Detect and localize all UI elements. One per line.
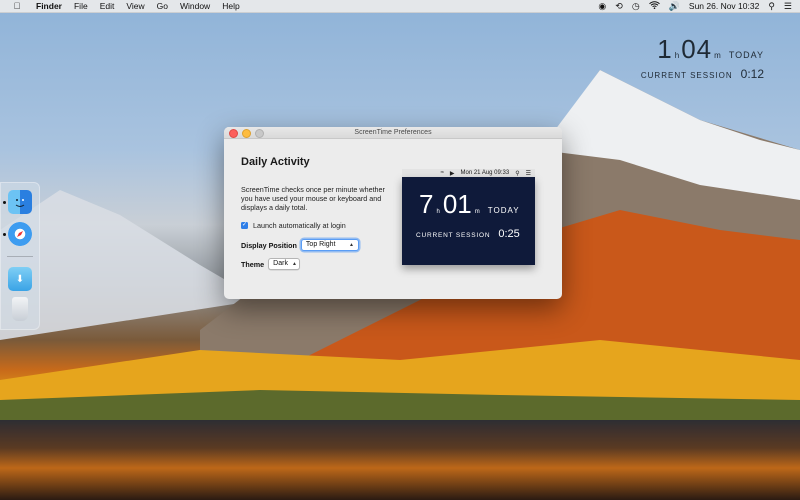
trash-icon[interactable] <box>12 297 28 321</box>
wifi-icon[interactable] <box>648 0 660 12</box>
menu-view[interactable]: View <box>126 1 144 11</box>
menu-window[interactable]: Window <box>180 1 210 11</box>
display-position-label: Display Position <box>241 240 297 250</box>
widget-hours: 1 <box>657 34 673 64</box>
theme-preview: ≈ ▶ Mon 21 Aug 09:33 ⚲ ☰ 7 h 01 m TODAY … <box>402 169 535 269</box>
dock-running-indicator <box>3 201 6 204</box>
menu-finder[interactable]: Finder <box>36 1 62 11</box>
menu-help[interactable]: Help <box>222 1 239 11</box>
wallpaper-lake <box>0 420 800 500</box>
traffic-lights <box>229 129 264 138</box>
close-button[interactable] <box>229 129 238 138</box>
preview-today-label: TODAY <box>487 206 520 215</box>
preview-time: 7 h 01 m TODAY <box>419 189 520 220</box>
theme-label: Theme <box>241 259 265 269</box>
clock-arrow-icon[interactable]: ⟲ <box>615 0 623 12</box>
widget-session-label: CURRENT SESSION <box>640 71 733 80</box>
launch-at-login-label: Launch automatically at login <box>253 221 346 230</box>
dock-separator <box>7 256 33 257</box>
window-titlebar[interactable]: ScreenTime Preferences <box>224 127 562 139</box>
theme-value: Dark <box>273 260 288 267</box>
preview-search-icon: ⚲ <box>515 170 520 177</box>
updown-arrows-icon: ▲ <box>291 261 297 267</box>
widget-session-value: 0:12 <box>740 67 764 81</box>
description-text: ScreenTime checks once per minute whethe… <box>241 185 385 212</box>
preview-list-icon: ☰ <box>525 170 531 177</box>
menu-file[interactable]: File <box>74 1 88 11</box>
preview-wifi-icon: ≈ <box>440 170 444 176</box>
theme-select[interactable]: Dark ▲ <box>268 258 301 270</box>
apple-icon[interactable]:  <box>10 1 24 11</box>
preview-volume-icon: ▶ <box>449 170 455 177</box>
menubar-datetime[interactable]: Sun 26. Nov 10:32 <box>689 1 759 11</box>
preview-session-value: 0:25 <box>498 228 520 240</box>
widget-h-unit: h <box>674 51 680 60</box>
minimize-button[interactable] <box>242 129 251 138</box>
widget-m-unit: m <box>714 51 721 60</box>
preview-menubar: ≈ ▶ Mon 21 Aug 09:33 ⚲ ☰ <box>402 169 535 177</box>
preview-h-unit: h <box>436 209 440 215</box>
menu-edit[interactable]: Edit <box>100 1 115 11</box>
status-area: ◉ ⟲ ◷ 🔊 Sun 26. Nov 10:32 ⚲ ☰ <box>598 0 792 12</box>
menu-go[interactable]: Go <box>157 1 168 11</box>
screentime-preferences-window: ScreenTime Preferences Daily Activity Sc… <box>224 127 562 299</box>
preview-session-label: CURRENT SESSION <box>416 232 491 239</box>
updown-arrows-icon: ▲ <box>348 242 354 248</box>
preview-datetime: Mon 21 Aug 09:33 <box>460 170 510 176</box>
dock: ⬇ <box>0 182 40 330</box>
menu-bar:  Finder File Edit View Go Window Help ◉… <box>0 0 800 13</box>
display-position-row: Display Position Top Right ▲ <box>241 239 359 251</box>
finder-icon[interactable] <box>8 190 32 214</box>
list-icon[interactable]: ☰ <box>784 0 792 12</box>
search-icon[interactable]: ⚲ <box>768 0 775 12</box>
downloads-folder-icon[interactable]: ⬇ <box>8 267 32 291</box>
window-title: ScreenTime Preferences <box>354 129 432 136</box>
preview-minutes: 01 <box>442 189 472 219</box>
launch-at-login-checkbox[interactable]: ✓ <box>241 222 248 229</box>
page-title: Daily Activity <box>241 156 310 168</box>
preview-session: CURRENT SESSION 0:25 <box>416 228 520 240</box>
timer-icon[interactable]: ◷ <box>632 0 640 12</box>
theme-row: Theme Dark ▲ <box>241 258 301 270</box>
preview-m-unit: m <box>474 209 480 215</box>
safari-icon[interactable] <box>8 222 32 246</box>
preview-hours: 7 <box>419 189 434 219</box>
eye-icon[interactable]: ◉ <box>598 0 606 12</box>
widget-today-label: TODAY <box>728 50 764 60</box>
display-position-select[interactable]: Top Right ▲ <box>300 239 359 251</box>
volume-icon[interactable]: 🔊 <box>669 0 680 12</box>
preview-panel: 7 h 01 m TODAY CURRENT SESSION 0:25 <box>402 177 535 265</box>
widget-minutes: 04 <box>681 34 713 64</box>
display-position-value: Top Right <box>305 241 336 248</box>
zoom-button[interactable] <box>255 129 264 138</box>
launch-at-login-row[interactable]: ✓ Launch automatically at login <box>241 221 346 230</box>
desktop-screentime-widget: 1 h 04 m TODAY CURRENT SESSION 0:12 <box>641 34 764 81</box>
dock-running-indicator <box>3 233 6 236</box>
